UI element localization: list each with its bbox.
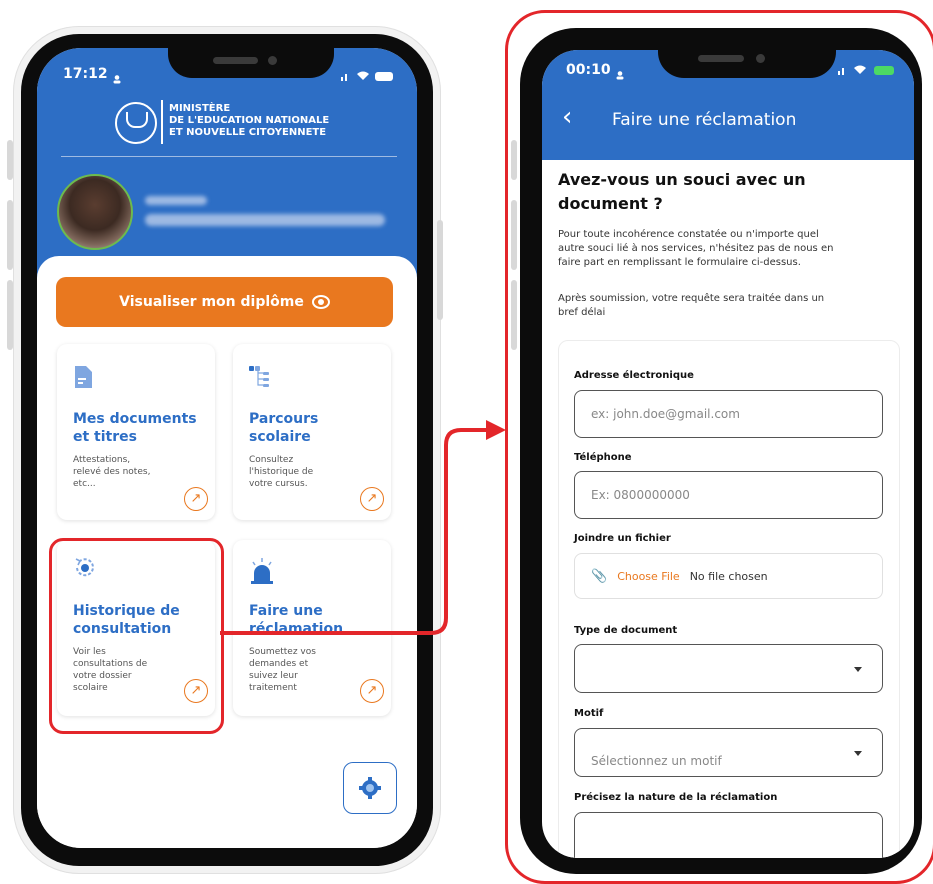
user-name-blurred: [145, 214, 385, 226]
after-line2: bref délai: [558, 307, 606, 318]
back-icon[interactable]: ‹: [562, 102, 572, 132]
phone-left-volume-up: [7, 200, 13, 270]
tile-documents[interactable]: Mes documents et titres Attestations, re…: [57, 344, 215, 520]
phone-right-mute-switch: [511, 140, 517, 180]
tree-icon: [249, 364, 273, 392]
intro-line2: autre souci lié à nos services, n'hésite…: [558, 243, 834, 254]
question-heading: Avez-vous un souci avec un document ?: [558, 168, 806, 216]
settings-button[interactable]: [343, 762, 397, 814]
question-line1: Avez-vous un souci avec un: [558, 170, 806, 189]
eye-icon: [311, 295, 330, 309]
document-icon: [73, 364, 93, 394]
header-separator: [161, 100, 163, 144]
phone-right-notch: [658, 28, 836, 78]
ministry-seal-icon: [115, 102, 157, 144]
view-diploma-button[interactable]: Visualiser mon diplôme: [56, 277, 393, 327]
intro-line3: faire part en remplissant le formulaire …: [558, 257, 801, 268]
email-placeholder: ex: john.doe@gmail.com: [591, 407, 740, 421]
phone-placeholder: Ex: 0800000000: [591, 488, 690, 502]
tile-documents-desc-line2: relevé des notes,: [73, 467, 151, 477]
ministry-title: MINISTÈRE DE L'EDUCATION NATIONALE ET NO…: [169, 103, 329, 139]
avatar[interactable]: [57, 174, 133, 250]
phone-field[interactable]: Ex: 0800000000: [574, 471, 883, 519]
phone-left-power-button: [437, 220, 443, 320]
phone-left-volume-down: [7, 280, 13, 350]
signal-icon: [335, 68, 395, 87]
no-file-text: No file chosen: [689, 569, 768, 583]
nature-textarea[interactable]: [574, 812, 883, 858]
phone-left-speaker: [213, 57, 258, 64]
doc-type-label: Type de document: [574, 625, 678, 636]
question-line2: document ?: [558, 194, 663, 213]
user-label-blurred: [145, 196, 207, 205]
dropdown-caret-icon: [854, 666, 862, 672]
signal-icon: [832, 62, 898, 81]
status-time: 00:10: [566, 62, 611, 78]
tile-documents-title-line2: et titres: [73, 429, 137, 445]
phone-right-speaker: [698, 55, 744, 62]
intro-line1: Pour toute incohérence constatée ou n'im…: [558, 229, 819, 240]
paperclip-icon: 📎: [591, 568, 608, 584]
tile-documents-title-line1: Mes documents: [73, 411, 197, 427]
tile-reclamation-desc-line2: demandes et: [249, 659, 309, 669]
view-diploma-label: Visualiser mon diplôme: [119, 294, 304, 310]
after-line1: Après soumission, votre requête sera tra…: [558, 293, 825, 304]
intro-paragraph: Pour toute incohérence constatée ou n'im…: [558, 228, 833, 270]
phone-left-mute-switch: [7, 140, 13, 180]
phone-left-camera: [268, 56, 277, 65]
file-label: Joindre un fichier: [574, 533, 671, 544]
phone-right-volume-up: [511, 200, 517, 270]
dropdown-caret-icon: [854, 750, 862, 756]
ministry-line2: DE L'EDUCATION NATIONALE: [169, 115, 330, 126]
person-status-icon: [113, 69, 121, 84]
highlight-historique: [49, 538, 224, 734]
email-field[interactable]: ex: john.doe@gmail.com: [574, 390, 883, 438]
arrow-up-right-icon[interactable]: ↗: [360, 679, 384, 703]
tile-reclamation-desc-line1: Soumettez vos: [249, 647, 316, 657]
tile-reclamation-desc-line3: suivez leur: [249, 671, 298, 681]
tile-reclamation-desc-line4: traitement: [249, 683, 297, 693]
arrow-up-right-icon[interactable]: ↗: [184, 487, 208, 511]
person-status-icon: [616, 65, 624, 84]
tile-documents-desc-line3: etc...: [73, 479, 96, 489]
tile-reclamation-desc: Soumettez vos demandes et suivez leur tr…: [249, 646, 316, 694]
phone-label: Téléphone: [574, 452, 632, 463]
ministry-line3: ET NOUVELLE CITOYENNETE: [169, 127, 327, 138]
nature-label: Précisez la nature de la réclamation: [574, 792, 778, 803]
email-label: Adresse électronique: [574, 370, 694, 381]
phone-left-notch: [168, 34, 334, 78]
tile-documents-desc: Attestations, relevé des notes, etc...: [73, 454, 150, 490]
gear-icon: [359, 777, 381, 799]
phone-right-screen: 00:10 ‹ Faire une réclamation Avez-vous …: [542, 50, 914, 858]
header-title: Faire une réclamation: [612, 110, 797, 130]
tile-documents-title: Mes documents et titres: [73, 410, 197, 446]
phone-right-volume-down: [511, 280, 517, 350]
status-time: 17:12: [63, 66, 108, 82]
doc-type-select[interactable]: [574, 644, 883, 693]
motif-placeholder: Sélectionnez un motif: [591, 754, 722, 768]
motif-select[interactable]: Sélectionnez un motif: [574, 728, 883, 777]
tile-documents-desc-line1: Attestations,: [73, 455, 131, 465]
phone-right-camera: [756, 54, 765, 63]
after-paragraph: Après soumission, votre requête sera tra…: [558, 292, 824, 320]
choose-file-button[interactable]: Choose File: [617, 570, 680, 583]
motif-label: Motif: [574, 708, 604, 719]
header-divider: [61, 156, 397, 157]
ministry-line1: MINISTÈRE: [169, 103, 231, 114]
connector-arrow: [220, 420, 506, 635]
file-input[interactable]: 📎 Choose File No file chosen: [574, 553, 883, 599]
